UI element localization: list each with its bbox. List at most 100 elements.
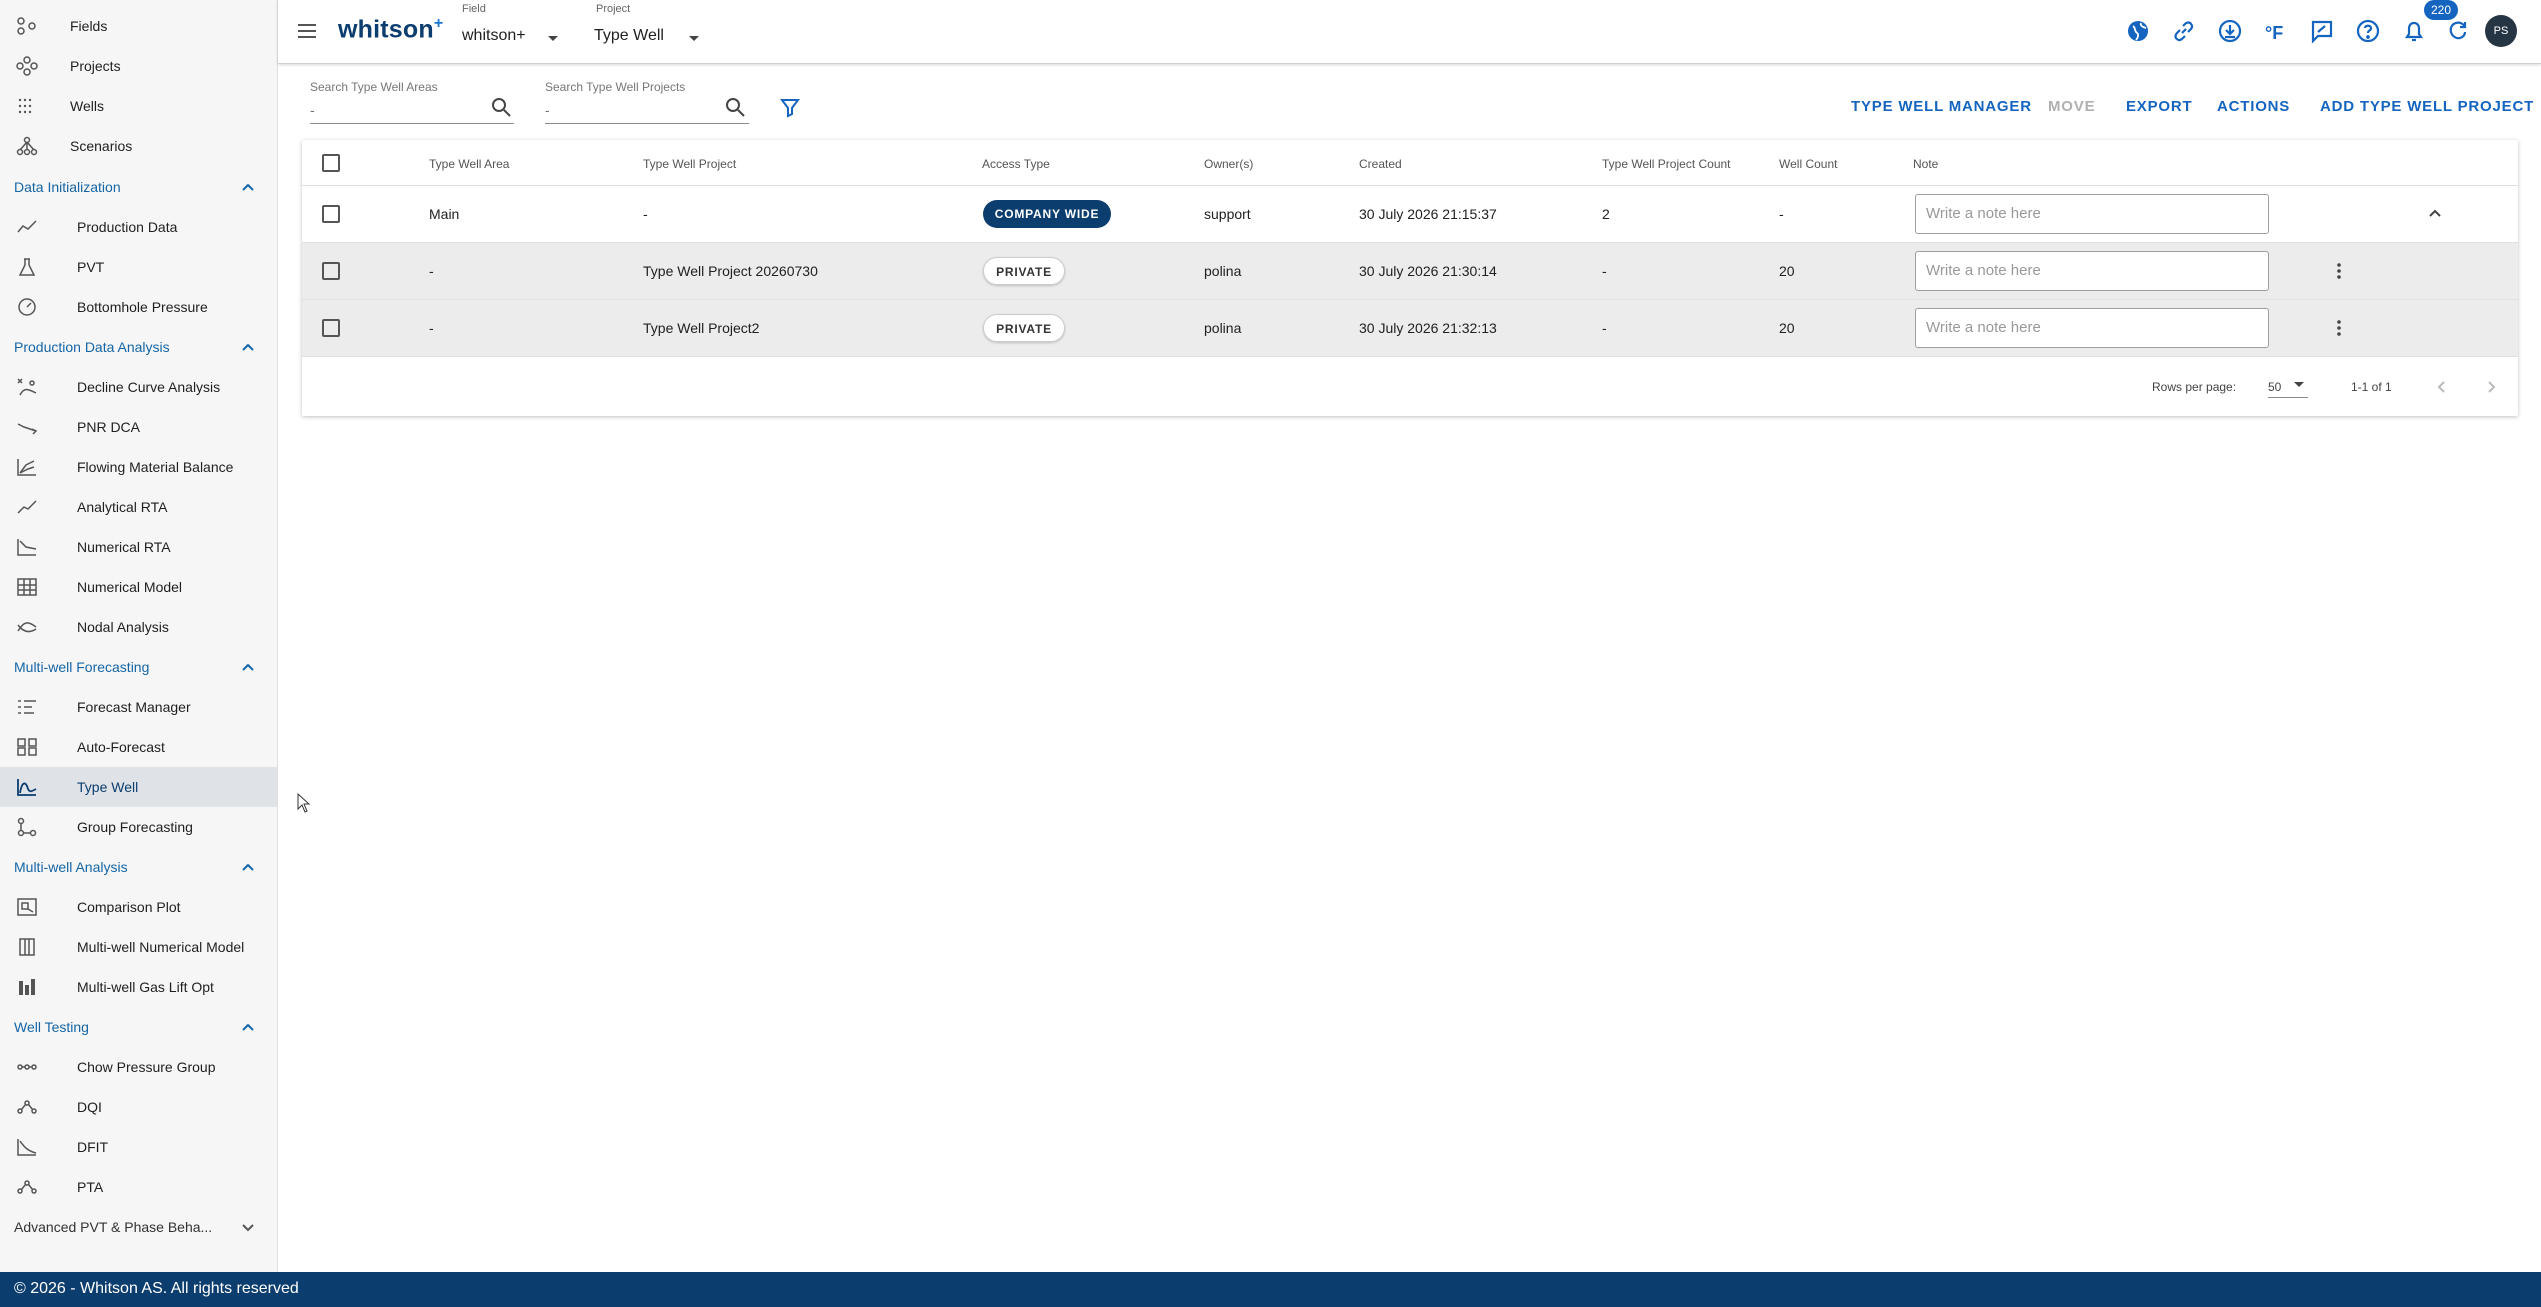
caret-down-icon[interactable] <box>687 30 701 41</box>
field-select[interactable]: whitson+ <box>462 27 526 45</box>
note-field[interactable]: Write a note here <box>1915 251 2269 291</box>
chevron-left-icon[interactable] <box>2433 378 2451 396</box>
search-icon[interactable] <box>724 96 746 118</box>
field-label: Field <box>462 3 486 15</box>
type-well-manager-button[interactable]: TYPE WELL MANAGER <box>1851 98 2032 115</box>
globe-icon[interactable] <box>2124 17 2152 45</box>
column-header[interactable]: Type Well Area <box>429 157 509 171</box>
sidebar-item-group-forecasting[interactable]: Group Forecasting <box>0 807 277 847</box>
sidebar-item-multi-well-numerical-model[interactable]: Multi-well Numerical Model <box>0 927 277 967</box>
sidebar-item-decline-curve-analysis[interactable]: Decline Curve Analysis <box>0 367 277 407</box>
column-header[interactable]: Type Well Project Count <box>1602 157 1731 171</box>
column-header[interactable]: Type Well Project <box>643 157 736 171</box>
more-vert-icon[interactable] <box>2329 318 2349 338</box>
sidebar-item-dqi[interactable]: DQI <box>0 1087 277 1127</box>
app-header: whitson+ Field whitson+ Project Type Wel… <box>278 0 2541 64</box>
refresh-icon[interactable] <box>2444 17 2472 45</box>
move-button[interactable]: MOVE <box>2048 98 2095 115</box>
note-field[interactable]: Write a note here <box>1915 308 2269 348</box>
multi-well-model-icon <box>16 937 38 957</box>
download-icon[interactable] <box>2216 17 2244 45</box>
column-header[interactable]: Access Type <box>982 157 1050 171</box>
scenarios-icon <box>16 136 38 156</box>
sidebar-item-type-well[interactable]: Type Well <box>0 767 277 807</box>
sidebar-item-wells[interactable]: Wells <box>0 86 277 126</box>
avatar[interactable]: PS <box>2485 15 2517 47</box>
auto-forecast-grid-icon <box>16 737 38 757</box>
sidebar-item-comparison-plot[interactable]: Comparison Plot <box>0 887 277 927</box>
section-data-initialization[interactable]: Data Initialization <box>0 167 277 207</box>
caret-down-icon[interactable] <box>2292 377 2306 391</box>
sidebar-item-label: DQI <box>77 1099 102 1115</box>
fahrenheit-icon[interactable]: °F <box>2262 17 2290 45</box>
sidebar-item-label: Flowing Material Balance <box>77 459 234 475</box>
sidebar-item-projects[interactable]: Projects <box>0 46 277 86</box>
chevron-up-icon[interactable] <box>2425 204 2445 224</box>
sidebar-item-flowing-material-balance[interactable]: Flowing Material Balance <box>0 447 277 487</box>
sidebar-item-production-data[interactable]: Production Data <box>0 207 277 247</box>
note-field[interactable]: Write a note here <box>1915 194 2269 234</box>
mouse-cursor-icon <box>297 792 311 813</box>
table-row[interactable]: - Type Well Project 20260730 PRIVATE pol… <box>302 243 2518 300</box>
sidebar-item-numerical-model[interactable]: Numerical Model <box>0 567 277 607</box>
sidebar-item-fields[interactable]: Fields <box>0 6 277 46</box>
sidebar-item-pvt[interactable]: PVT <box>0 247 277 287</box>
column-header[interactable]: Note <box>1913 157 1938 171</box>
search-icon[interactable] <box>490 96 512 118</box>
filter-icon[interactable] <box>779 96 801 118</box>
column-header[interactable]: Owner(s) <box>1204 157 1253 171</box>
table-row[interactable]: Main - COMPANY WIDE support 30 July 2026… <box>302 186 2518 243</box>
projects-icon <box>16 56 38 76</box>
sidebar-item-forecast-manager[interactable]: Forecast Manager <box>0 687 277 727</box>
link-icon[interactable] <box>2170 17 2198 45</box>
sidebar-item-label: Scenarios <box>70 138 133 154</box>
sidebar-item-pnr-dca[interactable]: PNR DCA <box>0 407 277 447</box>
sidebar-item-multi-well-gas-lift-opt[interactable]: Multi-well Gas Lift Opt <box>0 967 277 1007</box>
more-vert-icon[interactable] <box>2329 261 2349 281</box>
sidebar-item-label: Production Data <box>77 219 178 235</box>
section-production-data-analysis[interactable]: Production Data Analysis <box>0 327 277 367</box>
cell-well-count: - <box>1779 206 1784 222</box>
section-multi-well-forecasting[interactable]: Multi-well Forecasting <box>0 647 277 687</box>
sidebar-item-pta[interactable]: PTA <box>0 1167 277 1207</box>
section-well-testing[interactable]: Well Testing <box>0 1007 277 1047</box>
cell-project-count: 2 <box>1602 206 1610 222</box>
numerical-rta-icon <box>16 537 38 557</box>
column-header[interactable]: Created <box>1359 157 1402 171</box>
section-advanced-pvt[interactable]: Advanced PVT & Phase Beha... <box>0 1207 277 1247</box>
section-multi-well-analysis[interactable]: Multi-well Analysis <box>0 847 277 887</box>
sidebar-item-label: Numerical RTA <box>77 539 171 555</box>
cell-well-count: 20 <box>1779 320 1795 336</box>
column-header[interactable]: Well Count <box>1779 157 1837 171</box>
sidebar-item-dfit[interactable]: DFIT <box>0 1127 277 1167</box>
sidebar-item-chow-pressure-group[interactable]: Chow Pressure Group <box>0 1047 277 1087</box>
comparison-plot-icon <box>16 897 38 917</box>
row-checkbox[interactable] <box>322 205 340 223</box>
chevron-right-icon[interactable] <box>2482 378 2500 396</box>
search-projects-input[interactable] <box>545 96 749 124</box>
table-row[interactable]: - Type Well Project2 PRIVATE polina 30 J… <box>302 300 2518 357</box>
menu-icon[interactable] <box>296 20 318 42</box>
chevron-down-icon <box>240 1219 256 1235</box>
sidebar-item-analytical-rta[interactable]: Analytical RTA <box>0 487 277 527</box>
sidebar-item-scenarios[interactable]: Scenarios <box>0 126 277 166</box>
help-icon[interactable] <box>2354 17 2382 45</box>
sidebar-item-label: Multi-well Gas Lift Opt <box>77 979 214 995</box>
cell-project: Type Well Project 20260730 <box>643 263 818 279</box>
select-all-checkbox[interactable] <box>322 154 340 172</box>
add-type-well-project-button[interactable]: ADD TYPE WELL PROJECT <box>2320 98 2534 115</box>
row-checkbox[interactable] <box>322 319 340 337</box>
sidebar-item-numerical-rta[interactable]: Numerical RTA <box>0 527 277 567</box>
actions-button[interactable]: ACTIONS <box>2217 98 2290 115</box>
project-select[interactable]: Type Well <box>594 27 664 45</box>
bell-icon[interactable] <box>2400 17 2428 45</box>
search-areas-input[interactable] <box>310 96 514 124</box>
caret-down-icon[interactable] <box>546 30 560 41</box>
export-button[interactable]: EXPORT <box>2126 98 2192 115</box>
access-badge: PRIVATE <box>983 257 1065 285</box>
row-checkbox[interactable] <box>322 262 340 280</box>
sidebar-item-nodal-analysis[interactable]: Nodal Analysis <box>0 607 277 647</box>
sidebar-item-bottomhole-pressure[interactable]: Bottomhole Pressure <box>0 287 277 327</box>
sidebar-item-auto-forecast[interactable]: Auto-Forecast <box>0 727 277 767</box>
feedback-icon[interactable] <box>2308 17 2336 45</box>
